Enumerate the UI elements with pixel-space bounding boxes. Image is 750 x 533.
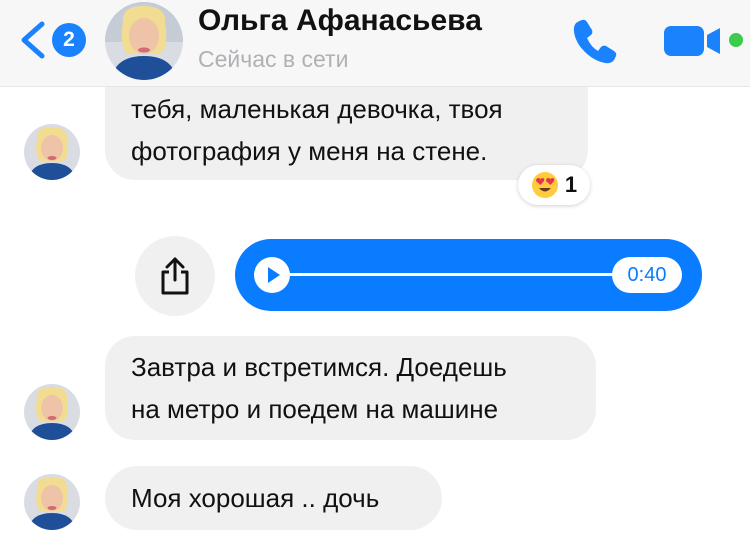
chevron-left-icon [21,21,45,59]
chat-screen: 2 Ольга Афанасьева Сейчас в сети тебя, м… [0,0,750,533]
audio-message[interactable]: 0:40 [235,239,702,311]
message-line: тебя, маленькая девочка, твоя [131,94,503,124]
sender-avatar[interactable] [24,474,80,530]
play-button[interactable] [254,257,290,293]
video-camera-icon[interactable] [662,20,724,60]
message-bubble[interactable]: Завтра и встретимся. Доедешь на метро и … [105,336,596,440]
back-button[interactable]: 2 [16,14,86,66]
message-reaction[interactable]: 1 [518,165,590,205]
contact-avatar[interactable] [105,2,183,80]
audio-duration: 0:40 [612,257,682,293]
share-icon [161,257,189,295]
reaction-count: 1 [564,172,578,197]
share-button[interactable] [135,236,215,316]
message-line: Моя хорошая .. дочь [131,483,380,513]
message-line: фотография у меня на стене. [131,136,488,166]
message-bubble[interactable]: Моя хорошая .. дочь [105,466,442,530]
online-status: Сейчас в сети [198,46,349,72]
message-line: Завтра и встретимся. Доедешь [131,352,507,382]
heart-eyes-emoji-icon [531,172,558,198]
message-line: на метро и поедем на машине [131,394,499,424]
audio-progress-track[interactable] [289,273,619,276]
sender-avatar[interactable] [24,124,80,180]
contact-name[interactable]: Ольга Афанасьева [198,4,482,38]
unread-count-badge: 2 [52,23,86,57]
conversation-header: 2 Ольга Афанасьева Сейчас в сети [0,0,750,87]
phone-icon[interactable] [570,16,620,66]
sender-avatar[interactable] [24,384,80,440]
online-indicator [726,30,746,50]
play-icon [268,267,280,283]
